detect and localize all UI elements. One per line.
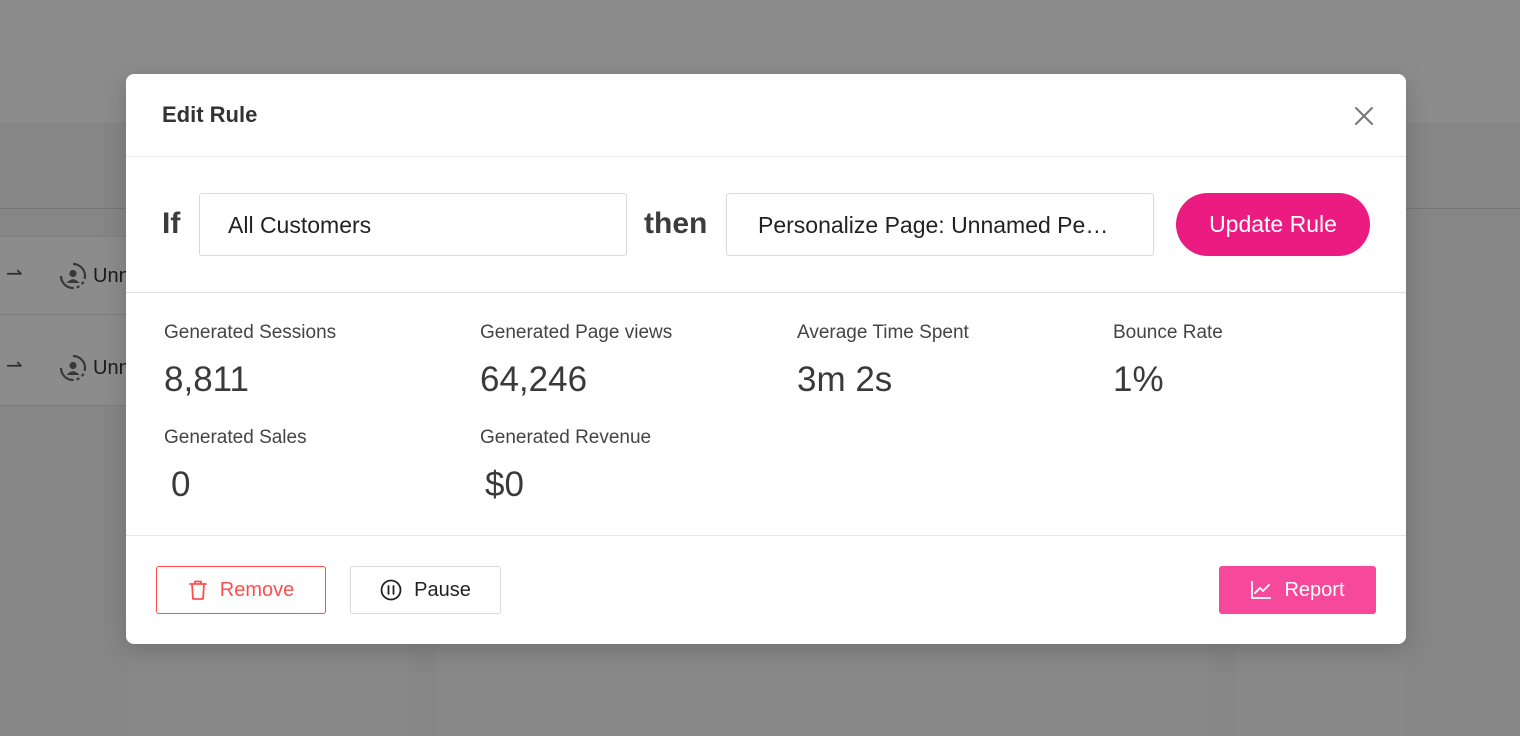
- stat-label: Generated Page views: [480, 322, 673, 343]
- remove-button[interactable]: Remove: [156, 566, 326, 614]
- pause-button-label: Pause: [414, 578, 471, 601]
- stat-generated-revenue: Generated Revenue $0: [480, 427, 651, 505]
- stat-generated-sales: Generated Sales 0: [164, 427, 307, 505]
- stat-value: 8,811: [164, 360, 249, 399]
- rule-stats: Generated Sessions 8,811 Generated Page …: [126, 294, 1406, 536]
- stat-label: Bounce Rate: [1113, 322, 1223, 343]
- if-label: If: [162, 207, 181, 240]
- update-rule-button[interactable]: Update Rule: [1176, 193, 1370, 256]
- stat-bounce-rate: Bounce Rate 1%: [1113, 322, 1223, 400]
- audience-select[interactable]: All Customers: [199, 193, 627, 256]
- close-icon[interactable]: [1352, 104, 1376, 128]
- edit-rule-modal: Edit Rule If All Customers then Personal…: [126, 74, 1406, 644]
- report-button-label: Report: [1284, 578, 1345, 601]
- stat-generated-page-views: Generated Page views 64,246: [480, 322, 672, 400]
- stat-average-time-spent: Average Time Spent 3m 2s: [797, 322, 969, 400]
- pause-circle-icon: [380, 579, 402, 601]
- stat-label: Average Time Spent: [797, 322, 969, 343]
- stat-label: Generated Sessions: [164, 322, 337, 343]
- action-select[interactable]: Personalize Page: Unnamed Pers...: [726, 193, 1154, 256]
- rule-editor: If All Customers then Personalize Page: …: [126, 157, 1406, 293]
- then-label: then: [644, 207, 708, 240]
- stat-value: 0: [171, 465, 191, 504]
- stat-generated-sessions: Generated Sessions 8,811: [164, 322, 336, 400]
- stat-value: 64,246: [480, 360, 588, 399]
- stat-label: Generated Sales: [164, 427, 307, 448]
- remove-button-label: Remove: [219, 578, 295, 601]
- stat-value: 3m 2s: [797, 360, 893, 399]
- stat-value: 1%: [1113, 360, 1164, 399]
- modal-footer: Remove Pause Report: [126, 537, 1406, 644]
- modal-title: Edit Rule: [162, 102, 258, 127]
- stat-label: Generated Revenue: [480, 427, 652, 448]
- line-chart-icon: [1251, 581, 1272, 599]
- pause-button[interactable]: Pause: [350, 566, 501, 614]
- trash-icon: [188, 580, 207, 600]
- stat-value: $0: [485, 465, 524, 504]
- modal-header: Edit Rule: [126, 74, 1406, 157]
- report-button[interactable]: Report: [1219, 566, 1376, 614]
